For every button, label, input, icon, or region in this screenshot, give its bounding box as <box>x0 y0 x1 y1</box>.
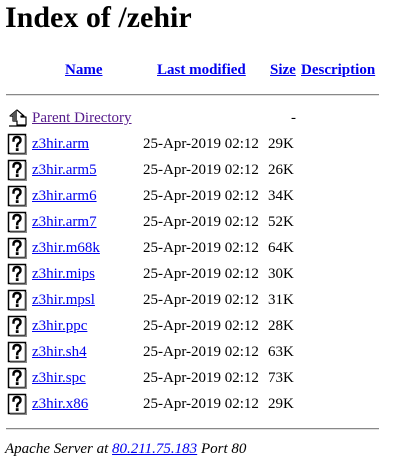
file-last-modified: 25-Apr-2019 02:12 <box>143 240 259 256</box>
file-row: z3hir.arm5 25-Apr-2019 02:12 26K <box>0 158 394 184</box>
unknown-file-icon <box>7 289 28 311</box>
file-last-modified: 25-Apr-2019 02:12 <box>143 370 259 386</box>
parent-size: - <box>291 110 296 126</box>
unknown-file-icon <box>7 237 28 259</box>
file-row: z3hir.x86 25-Apr-2019 02:12 29K <box>0 392 394 418</box>
file-last-modified: 25-Apr-2019 02:12 <box>143 214 259 230</box>
file-size: 31K <box>268 292 294 308</box>
file-last-modified: 25-Apr-2019 02:12 <box>143 396 259 412</box>
file-row: z3hir.spc 25-Apr-2019 02:12 73K <box>0 366 394 392</box>
sort-by-size-link[interactable]: Size <box>270 61 296 79</box>
back-icon <box>7 107 28 129</box>
file-name-link[interactable]: z3hir.arm5 <box>32 161 97 179</box>
file-name-link[interactable]: z3hir.spc <box>32 369 86 387</box>
unknown-file-icon <box>7 159 28 181</box>
file-name-link[interactable]: z3hir.m68k <box>32 239 100 257</box>
file-row: z3hir.m68k 25-Apr-2019 02:12 64K <box>0 236 394 262</box>
file-last-modified: 25-Apr-2019 02:12 <box>143 136 259 152</box>
file-row: z3hir.sh4 25-Apr-2019 02:12 63K <box>0 340 394 366</box>
file-last-modified: 25-Apr-2019 02:12 <box>143 292 259 308</box>
header-divider <box>6 94 379 96</box>
file-last-modified: 25-Apr-2019 02:12 <box>143 188 259 204</box>
file-last-modified: 25-Apr-2019 02:12 <box>143 344 259 360</box>
file-name-link[interactable]: z3hir.arm7 <box>32 213 97 231</box>
file-size: 73K <box>268 370 294 386</box>
file-size: 29K <box>268 136 294 152</box>
file-size: 64K <box>268 240 294 256</box>
file-last-modified: 25-Apr-2019 02:12 <box>143 266 259 282</box>
file-row: z3hir.arm7 25-Apr-2019 02:12 52K <box>0 210 394 236</box>
sort-by-last-modified-link[interactable]: Last modified <box>157 61 246 79</box>
unknown-file-icon <box>7 393 28 415</box>
file-row: z3hir.mpsl 25-Apr-2019 02:12 31K <box>0 288 394 314</box>
file-row: z3hir.mips 25-Apr-2019 02:12 30K <box>0 262 394 288</box>
file-size: 52K <box>268 214 294 230</box>
page-title: Index of /zehir <box>5 1 192 34</box>
file-size: 26K <box>268 162 294 178</box>
file-name-link[interactable]: z3hir.x86 <box>32 395 88 413</box>
file-name-link[interactable]: z3hir.sh4 <box>32 343 87 361</box>
server-signature-suffix: Port 80 <box>197 441 247 457</box>
server-host-link[interactable]: 80.211.75.183 <box>112 441 197 457</box>
sort-by-name-link[interactable]: Name <box>65 61 103 79</box>
file-name-link[interactable]: z3hir.arm <box>32 135 89 153</box>
unknown-file-icon <box>7 211 28 233</box>
file-name-link[interactable]: z3hir.arm6 <box>32 187 97 205</box>
unknown-file-icon <box>7 263 28 285</box>
unknown-file-icon <box>7 133 28 155</box>
sort-by-description-link[interactable]: Description <box>301 61 375 79</box>
server-signature-prefix: Apache Server at <box>5 441 113 457</box>
file-size: 28K <box>268 318 294 334</box>
unknown-file-icon <box>7 315 28 337</box>
unknown-file-icon <box>7 367 28 389</box>
file-size: 29K <box>268 396 294 412</box>
file-name-link[interactable]: z3hir.mpsl <box>32 291 95 309</box>
parent-directory-link[interactable]: Parent Directory <box>32 109 132 127</box>
file-row: z3hir.ppc 25-Apr-2019 02:12 28K <box>0 314 394 340</box>
file-last-modified: 25-Apr-2019 02:12 <box>143 318 259 334</box>
file-row: z3hir.arm 25-Apr-2019 02:12 29K <box>0 132 394 158</box>
file-size: 30K <box>268 266 294 282</box>
file-row: z3hir.arm6 25-Apr-2019 02:12 34K <box>0 184 394 210</box>
footer-divider <box>6 428 379 430</box>
file-size: 34K <box>268 188 294 204</box>
file-size: 63K <box>268 344 294 360</box>
unknown-file-icon <box>7 341 28 363</box>
server-signature: Apache Server at 80.211.75.183 Port 80 <box>5 440 246 458</box>
file-name-link[interactable]: z3hir.mips <box>32 265 95 283</box>
unknown-file-icon <box>7 185 28 207</box>
file-name-link[interactable]: z3hir.ppc <box>32 317 87 335</box>
parent-directory-row: Parent Directory - <box>0 106 394 132</box>
file-last-modified: 25-Apr-2019 02:12 <box>143 162 259 178</box>
